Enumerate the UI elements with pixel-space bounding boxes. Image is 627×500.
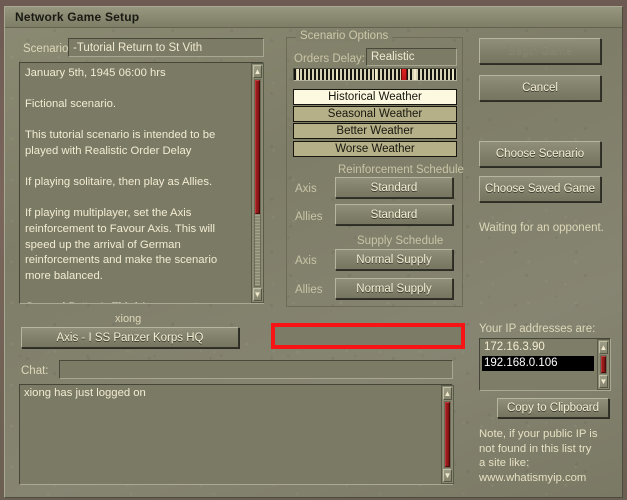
ip-list-item[interactable]: 172.16.3.90: [482, 340, 594, 355]
slider-major-tick: [414, 69, 416, 80]
ip-list-item-selected[interactable]: 192.168.0.106: [482, 356, 594, 371]
weather-option-historical[interactable]: Historical Weather: [293, 89, 457, 105]
scenario-description-text: January 5th, 1945 06:00 hrs Fictional sc…: [25, 67, 218, 303]
arrow-down-icon[interactable]: ▼: [599, 375, 608, 388]
scrollbar-thumb[interactable]: [445, 402, 450, 467]
chat-label: Chat:: [21, 365, 49, 377]
window-title: Network Game Setup: [15, 10, 140, 24]
slider-major-tick: [452, 69, 454, 80]
begin-game-button[interactable]: Begin Game: [479, 38, 601, 64]
choose-scenario-button[interactable]: Choose Scenario: [479, 141, 601, 167]
ip-addresses-label: Your IP addresses are:: [479, 323, 596, 335]
window-titlebar: Network Game Setup: [5, 7, 622, 28]
slider-major-tick: [336, 69, 338, 80]
reinforcement-allies-label: Allies: [295, 211, 323, 223]
supply-schedule-title: Supply Schedule: [357, 235, 444, 247]
player-side-button[interactable]: Axis - I SS Panzer Korps HQ: [21, 327, 239, 348]
copy-to-clipboard-button[interactable]: Copy to Clipboard: [497, 398, 609, 418]
chat-log-box: xiong has just logged on: [19, 384, 453, 485]
weather-option-worse[interactable]: Worse Weather: [293, 141, 457, 157]
supply-allies-button[interactable]: Normal Supply: [335, 278, 453, 299]
arrow-down-icon[interactable]: ▼: [253, 288, 262, 301]
arrow-up-icon[interactable]: ▲: [443, 387, 452, 400]
scrollbar-track[interactable]: [600, 355, 607, 374]
scenario-label: Scenario:: [23, 43, 72, 55]
slider-thumb[interactable]: [401, 69, 408, 80]
scenario-description-box: January 5th, 1945 06:00 hrs Fictional sc…: [19, 62, 264, 304]
unnamed-input-field[interactable]: [273, 325, 463, 346]
arrow-down-icon[interactable]: ▼: [443, 469, 452, 482]
scenario-field[interactable]: -Tutorial Return to St Vith: [68, 38, 264, 57]
reinforcement-axis-button[interactable]: Standard: [335, 177, 453, 198]
ip-address-list[interactable]: 172.16.3.90 192.168.0.106: [479, 338, 611, 391]
scrollbar-track[interactable]: [444, 401, 451, 468]
orders-delay-value: Realistic: [371, 51, 415, 63]
arrow-up-icon[interactable]: ▲: [599, 341, 608, 354]
cancel-button[interactable]: Cancel: [479, 75, 601, 101]
scrollbar-thumb[interactable]: [255, 80, 260, 214]
supply-axis-button[interactable]: Normal Supply: [335, 249, 453, 270]
scenario-value: -Tutorial Return to St Vith: [73, 41, 203, 54]
scenario-description-scrollbar[interactable]: ▲ ▼: [251, 63, 264, 303]
ip-list-scrollbar[interactable]: ▲ ▼: [597, 339, 610, 390]
scenario-options-title: Scenario Options: [296, 30, 393, 42]
chat-input[interactable]: [59, 360, 453, 379]
weather-option-seasonal[interactable]: Seasonal Weather: [293, 106, 457, 122]
slider-major-tick: [375, 69, 377, 80]
network-game-setup-window: Network Game Setup Scenario: -Tutorial R…: [4, 6, 623, 498]
slider-major-tick: [297, 69, 299, 80]
reinforcement-allies-button[interactable]: Standard: [335, 204, 453, 225]
chat-log-line: xiong has just logged on: [24, 387, 146, 399]
scrollbar-track[interactable]: [254, 79, 261, 287]
reinforcement-schedule-title: Reinforcement Schedule: [338, 164, 464, 176]
public-ip-note: Note, if your public IP is not found in …: [479, 428, 598, 484]
orders-delay-slider[interactable]: [293, 68, 457, 81]
supply-allies-label: Allies: [295, 284, 323, 296]
orders-delay-label: Orders Delay:: [294, 53, 365, 65]
chat-log-scrollbar[interactable]: ▲ ▼: [441, 385, 454, 484]
weather-option-better[interactable]: Better Weather: [293, 123, 457, 139]
arrow-up-icon[interactable]: ▲: [253, 65, 262, 78]
orders-delay-field[interactable]: Realistic: [366, 48, 457, 66]
supply-axis-label: Axis: [295, 255, 317, 267]
scrollbar-thumb[interactable]: [601, 356, 606, 373]
choose-saved-game-button[interactable]: Choose Saved Game: [479, 176, 601, 202]
player-name-label: xiong: [115, 313, 142, 325]
connection-status-text: Waiting for an opponent.: [479, 222, 604, 234]
reinforcement-axis-label: Axis: [295, 183, 317, 195]
